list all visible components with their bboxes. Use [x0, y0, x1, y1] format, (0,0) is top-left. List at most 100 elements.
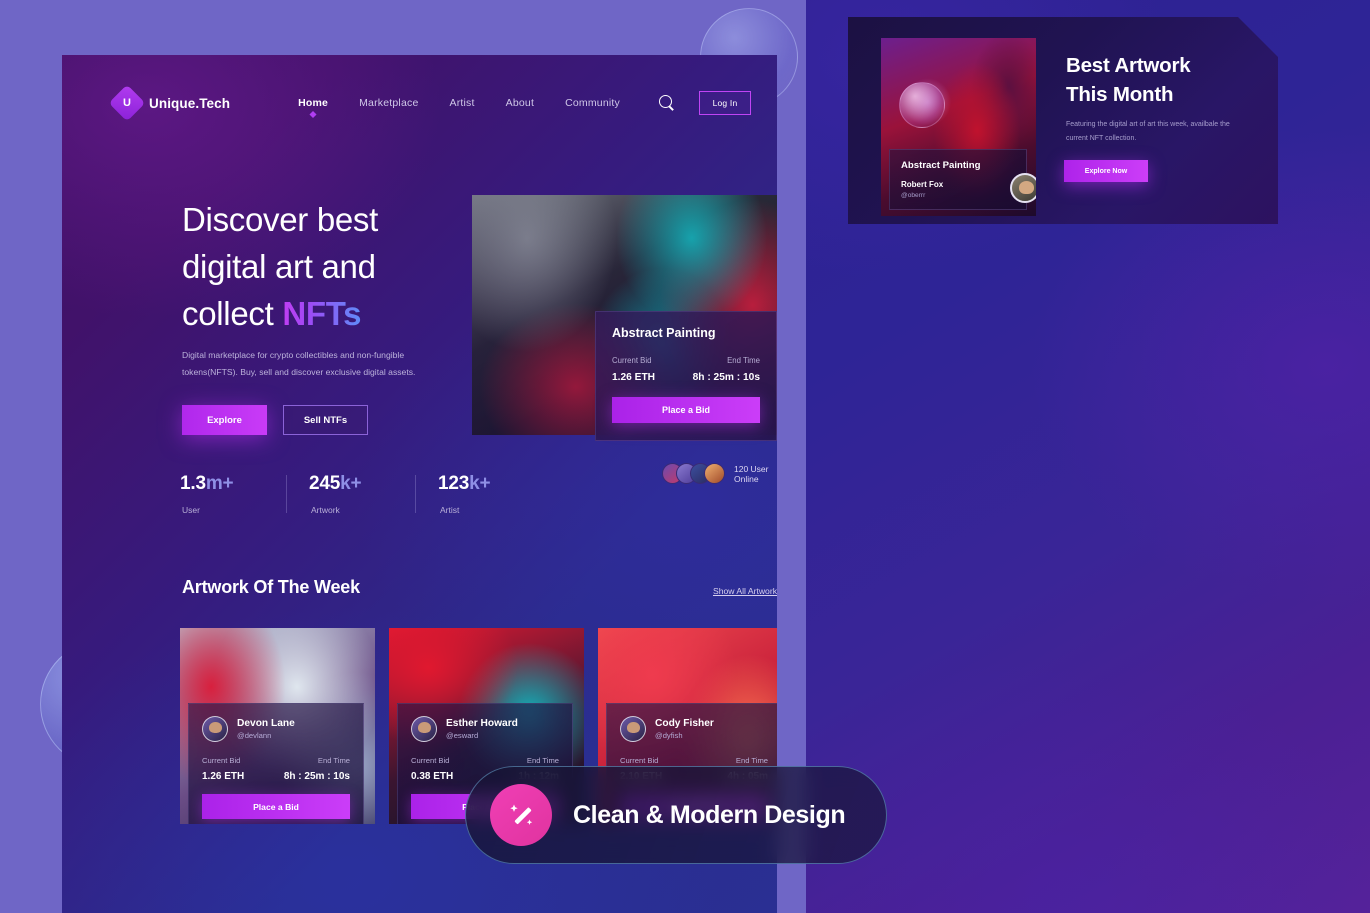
- stat-user-suffix: m+: [205, 473, 234, 494]
- avatar: [1010, 173, 1036, 203]
- bid-card-time-label: End Time: [727, 356, 760, 365]
- week-card-labels: Current Bid End Time: [411, 756, 559, 765]
- bid-card-meta: Current Bid End Time: [612, 356, 760, 365]
- stat-artist-label: Artist: [440, 505, 460, 515]
- bid-card-values: 1.26 ETH 8h : 25m : 10s: [612, 372, 760, 383]
- bid-card-time-value: 8h : 25m : 10s: [692, 372, 760, 383]
- stat-divider: [415, 475, 416, 513]
- best-artwork-banner: Abstract Painting Robert Fox @oberrr Bes…: [848, 17, 1278, 224]
- clean-modern-design-banner: Clean & Modern Design: [465, 766, 887, 864]
- week-card[interactable]: Devon Lane @devlann Current Bid End Time…: [180, 628, 375, 824]
- stat-artwork-num: 245: [309, 473, 341, 494]
- logo[interactable]: U Unique.Tech: [108, 84, 231, 122]
- week-card-bid-value: 0.38 ETH: [411, 771, 454, 782]
- nav-item-artist[interactable]: Artist: [450, 97, 475, 109]
- stat-artwork-value: 245k+: [309, 473, 415, 495]
- screenshot-canvas: U Unique.Tech Home Marketplace Artist Ab…: [0, 0, 1370, 913]
- best-heading-line2: This Month: [1066, 83, 1174, 107]
- best-artwork-image: Abstract Painting Robert Fox @oberrr: [881, 38, 1036, 216]
- secondary-page-mockup: Abstract Painting Robert Fox @oberrr Bes…: [806, 0, 1370, 913]
- week-card-time-label: End Time: [735, 756, 768, 765]
- avatar: [704, 463, 725, 484]
- top-navigation: U Unique.Tech Home Marketplace Artist Ab…: [62, 77, 777, 129]
- stat-artwork-suffix: k+: [340, 473, 362, 494]
- week-card-handle: @esward: [446, 731, 479, 740]
- nav-item-community[interactable]: Community: [565, 97, 620, 109]
- week-card-name: Devon Lane: [237, 718, 295, 729]
- magic-wand-icon: [490, 784, 552, 846]
- week-card-user-info: Cody Fisher @dyfish: [655, 718, 714, 740]
- bid-card-bid-value: 1.26 ETH: [612, 372, 656, 383]
- week-card-time-label: End Time: [317, 756, 350, 765]
- week-card-user: Cody Fisher @dyfish: [620, 716, 768, 742]
- week-card-overlay: Devon Lane @devlann Current Bid End Time…: [188, 703, 364, 824]
- hero-stats: 1.3m+ User 245k+ Artwork 123k+ Artist: [180, 473, 544, 515]
- logo-text: Unique.Tech: [149, 95, 231, 111]
- hero-buttons: Explore Sell NTFs: [182, 405, 368, 435]
- week-card-handle: @dyfish: [655, 731, 683, 740]
- stat-artist-num: 123: [438, 473, 470, 494]
- best-artwork-heading: Best Artwork This Month: [1066, 51, 1190, 109]
- stat-divider: [286, 475, 287, 513]
- week-card-handle: @devlann: [237, 731, 272, 740]
- week-section-title: Artwork Of The Week: [182, 577, 360, 597]
- nav-item-home[interactable]: Home: [298, 97, 328, 109]
- place-a-bid-button[interactable]: Place a Bid: [202, 794, 350, 819]
- explore-now-button[interactable]: Explore Now: [1064, 160, 1148, 182]
- sell-nfts-button[interactable]: Sell NTFs: [283, 405, 368, 435]
- week-card-labels: Current Bid End Time: [620, 756, 768, 765]
- week-section-header: Artwork Of The Week Show All Artwork: [182, 577, 777, 598]
- place-a-bid-button[interactable]: Place a Bid: [612, 397, 760, 423]
- week-card-bid-value: 1.26 ETH: [202, 771, 245, 782]
- stat-user-num: 1.3: [180, 473, 206, 494]
- search-icon[interactable]: [659, 95, 675, 111]
- banner-text: Clean & Modern Design: [573, 800, 846, 829]
- week-card-time-label: End Time: [526, 756, 559, 765]
- login-button[interactable]: Log In: [699, 91, 751, 115]
- bid-card-title: Abstract Painting: [612, 326, 716, 340]
- hero-heading-nft: NFTs: [282, 294, 362, 332]
- nav-item-marketplace[interactable]: Marketplace: [359, 97, 418, 109]
- week-card-bid-label: Current Bid: [202, 756, 241, 765]
- stat-artist: 123k+ Artist: [438, 473, 544, 515]
- week-card-time-value: 8h : 25m : 10s: [283, 771, 350, 782]
- stat-user: 1.3m+ User: [180, 473, 286, 515]
- hero-heading-line1: Discover best: [182, 201, 379, 238]
- stat-artwork: 245k+ Artwork: [309, 473, 415, 515]
- logo-diamond-icon: U: [108, 84, 146, 122]
- hero-heading-line2: digital art and: [182, 247, 376, 285]
- week-card-name: Esther Howard: [446, 718, 518, 729]
- week-card-user: Esther Howard @esward: [411, 716, 559, 742]
- stat-user-value: 1.3m+: [180, 473, 286, 495]
- best-artwork-caption: Abstract Painting Robert Fox @oberrr: [889, 149, 1027, 210]
- avatar: [202, 716, 228, 742]
- stat-artist-value: 123k+: [438, 473, 544, 495]
- avatar: [411, 716, 437, 742]
- online-users: 120 User Online: [662, 463, 777, 484]
- hero-heading-line3: collect NFTs: [182, 291, 482, 338]
- hero-heading: Discover best digital art and collect NF…: [182, 197, 482, 338]
- explore-button[interactable]: Explore: [182, 405, 267, 435]
- week-card-user-info: Esther Howard @esward: [446, 718, 518, 740]
- week-card-user-info: Devon Lane @devlann: [237, 718, 295, 740]
- online-users-label: 120 User Online: [734, 463, 769, 484]
- week-card-name: Cody Fisher: [655, 718, 714, 729]
- best-caption-name: Robert Fox: [901, 180, 944, 189]
- best-caption-handle: @oberrr: [901, 192, 926, 199]
- stat-user-label: User: [182, 505, 200, 515]
- best-heading-line1: Best Artwork: [1066, 54, 1191, 77]
- week-card-bid-label: Current Bid: [620, 756, 659, 765]
- week-card-values: 1.26 ETH 8h : 25m : 10s: [202, 771, 350, 782]
- stat-artist-suffix: k+: [469, 473, 491, 494]
- bid-card-bid-label: Current Bid: [612, 356, 652, 365]
- stat-artwork-label: Artwork: [311, 505, 340, 515]
- logo-mark-letter: U: [123, 96, 131, 109]
- hero-bid-card: Abstract Painting Current Bid End Time 1…: [595, 311, 777, 441]
- sphere-decoration: [899, 82, 945, 128]
- week-card-labels: Current Bid End Time: [202, 756, 350, 765]
- nav-actions: Log In: [659, 91, 751, 115]
- nav-item-about[interactable]: About: [506, 97, 534, 109]
- show-all-artwork-link[interactable]: Show All Artwork: [713, 586, 777, 598]
- hero-heading-line3-text: collect: [182, 294, 283, 332]
- hero-subtitle: Digital marketplace for crypto collectib…: [182, 350, 416, 377]
